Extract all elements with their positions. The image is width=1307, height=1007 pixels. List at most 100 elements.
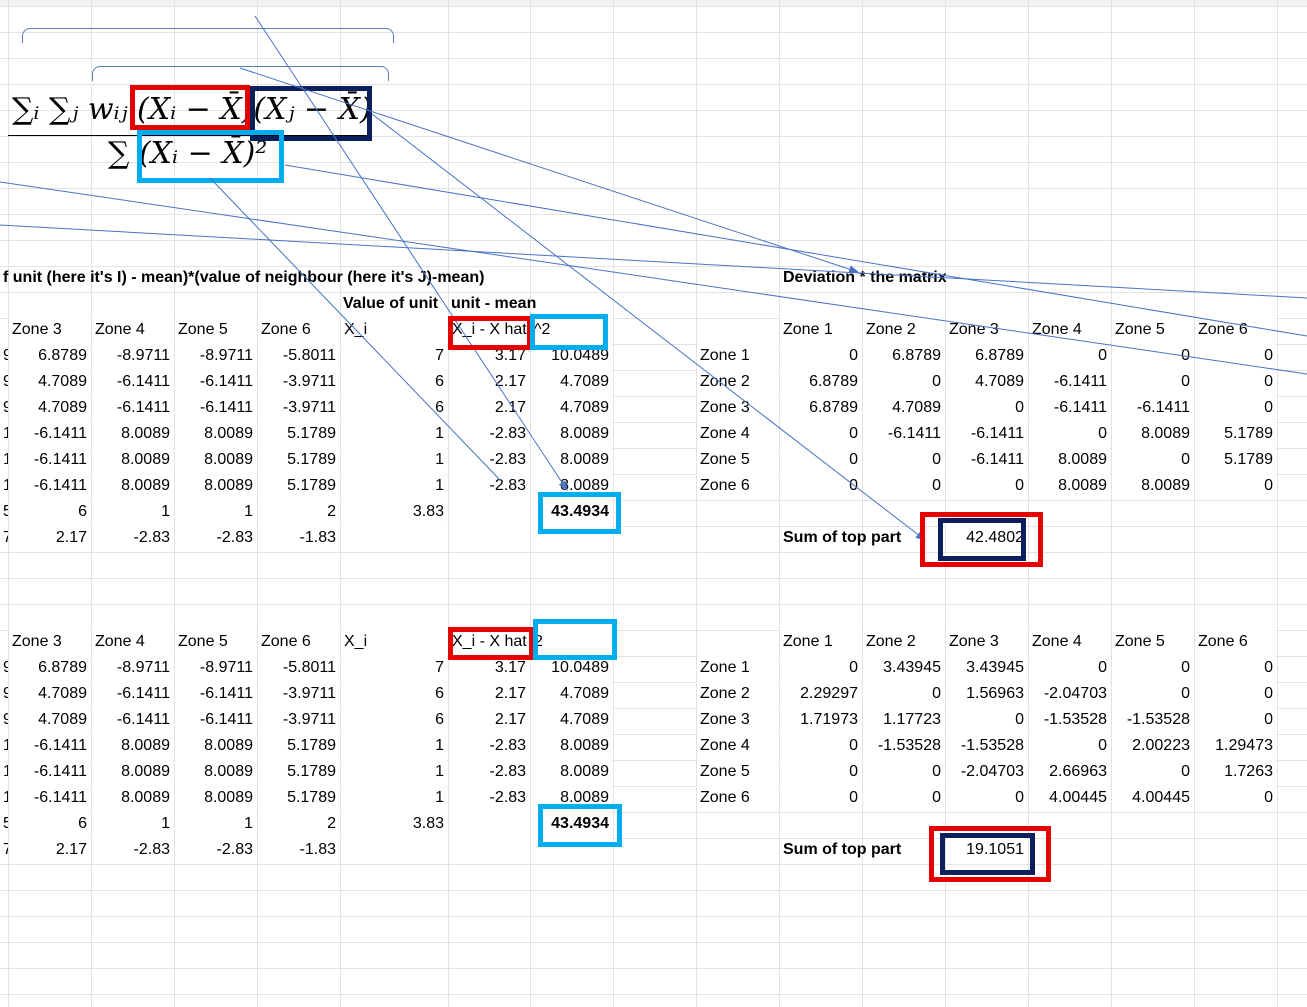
matrix-row-label[interactable]: Zone 5 <box>697 448 778 472</box>
matrix-cell[interactable]: 3.43945 <box>863 656 944 680</box>
data-cell[interactable]: 2.17 <box>449 370 529 394</box>
data-cell[interactable] <box>341 526 447 550</box>
cell-edge[interactable]: 1 <box>0 474 8 498</box>
cell-edge[interactable]: 1 <box>0 422 8 446</box>
matrix-cell[interactable]: 8.0089 <box>1112 422 1193 446</box>
matrix-row-label[interactable]: Zone 2 <box>697 370 778 394</box>
matrix-cell[interactable]: 0 <box>1195 708 1276 732</box>
matrix-cell[interactable]: 0 <box>780 734 861 758</box>
matrix-cell[interactable]: 0 <box>946 396 1027 420</box>
data-cell[interactable]: -6.1411 <box>9 786 90 810</box>
data-cell[interactable]: 2.17 <box>9 838 90 862</box>
column-header[interactable]: Zone 4 <box>92 318 173 342</box>
matrix-cell[interactable]: -6.1411 <box>946 448 1027 472</box>
matrix-cell[interactable]: 8.0089 <box>1029 474 1110 498</box>
column-header[interactable]: Zone 6 <box>258 318 339 342</box>
data-cell[interactable]: -2.83 <box>175 526 256 550</box>
matrix-cell[interactable]: 0 <box>946 474 1027 498</box>
data-cell[interactable]: -3.9711 <box>258 682 339 706</box>
data-cell[interactable]: 8.0089 <box>175 422 256 446</box>
data-cell[interactable]: -8.9711 <box>92 656 173 680</box>
matrix-row-label[interactable]: Zone 2 <box>697 682 778 706</box>
matrix-cell[interactable]: -6.1411 <box>1029 370 1110 394</box>
data-cell[interactable]: 1 <box>92 500 173 524</box>
column-header[interactable]: Zone 3 <box>9 318 90 342</box>
sum-label[interactable]: Sum of top part <box>780 838 920 862</box>
matrix-cell[interactable]: 8.0089 <box>1112 474 1193 498</box>
matrix-cell[interactable]: 6.8789 <box>863 344 944 368</box>
matrix-cell[interactable]: 0 <box>1195 370 1276 394</box>
data-cell[interactable]: 6.8789 <box>9 656 90 680</box>
data-cell[interactable]: 5.1789 <box>258 734 339 758</box>
matrix-cell[interactable]: -6.1411 <box>1112 396 1193 420</box>
matrix-cell[interactable]: 1.29473 <box>1195 734 1276 758</box>
data-cell[interactable]: -6.1411 <box>175 396 256 420</box>
data-cell[interactable]: -6.1411 <box>175 708 256 732</box>
data-cell[interactable]: 5.1789 <box>258 422 339 446</box>
matrix-cell[interactable]: 0 <box>1195 396 1276 420</box>
matrix-cell[interactable]: 0 <box>780 474 861 498</box>
data-cell[interactable]: -3.9711 <box>258 708 339 732</box>
matrix-cell[interactable]: 0 <box>863 682 944 706</box>
cell-edge[interactable]: 9 <box>0 656 8 680</box>
matrix-cell[interactable]: 0 <box>780 760 861 784</box>
data-cell[interactable]: -3.9711 <box>258 396 339 420</box>
matrix-cell[interactable]: 0 <box>1029 656 1110 680</box>
data-cell[interactable]: 1 <box>341 760 447 784</box>
matrix-cell[interactable]: 1.17723 <box>863 708 944 732</box>
data-cell[interactable]: 1 <box>341 734 447 758</box>
data-cell[interactable] <box>449 526 529 550</box>
data-cell[interactable]: 8.0089 <box>175 760 256 784</box>
matrix-cell[interactable]: 0 <box>780 448 861 472</box>
data-cell[interactable]: 1 <box>341 422 447 446</box>
data-cell[interactable]: 1 <box>341 786 447 810</box>
value-of-unit-label[interactable]: Value of unit <box>340 292 450 316</box>
data-cell[interactable]: 4.7089 <box>531 682 612 706</box>
column-header[interactable]: X_i <box>341 318 447 342</box>
data-cell[interactable]: 1 <box>175 812 256 836</box>
column-header[interactable]: Zone 4 <box>92 630 173 654</box>
matrix-cell[interactable]: 4.7089 <box>946 370 1027 394</box>
matrix-cell[interactable]: -1.53528 <box>946 734 1027 758</box>
matrix-cell[interactable]: 0 <box>1112 370 1193 394</box>
data-cell[interactable]: 8.0089 <box>531 448 612 472</box>
cell-edge[interactable]: 1 <box>0 734 8 758</box>
matrix-cell[interactable]: 0 <box>1195 344 1276 368</box>
matrix-cell[interactable]: 0 <box>1112 760 1193 784</box>
data-cell[interactable]: 2.17 <box>449 708 529 732</box>
data-cell[interactable]: 6 <box>341 682 447 706</box>
matrix-column-header[interactable]: Zone 3 <box>946 630 1027 654</box>
data-cell[interactable]: 2.17 <box>449 682 529 706</box>
data-cell[interactable]: 6 <box>9 812 90 836</box>
data-cell[interactable]: 3.83 <box>341 812 447 836</box>
matrix-cell[interactable]: -2.04703 <box>946 760 1027 784</box>
data-cell[interactable]: -6.1411 <box>9 734 90 758</box>
data-cell[interactable]: -6.1411 <box>92 682 173 706</box>
matrix-cell[interactable]: 0 <box>780 656 861 680</box>
data-cell[interactable]: 4.7089 <box>9 708 90 732</box>
matrix-column-header[interactable]: Zone 5 <box>1112 630 1193 654</box>
data-cell[interactable]: 5.1789 <box>258 760 339 784</box>
matrix-cell[interactable]: -6.1411 <box>946 422 1027 446</box>
matrix-cell[interactable]: 0 <box>1112 448 1193 472</box>
unit-minus-mean-label[interactable]: unit - mean <box>448 292 548 316</box>
data-cell[interactable]: 5.1789 <box>258 786 339 810</box>
data-cell[interactable]: -3.9711 <box>258 370 339 394</box>
data-cell[interactable]: -8.9711 <box>92 344 173 368</box>
matrix-cell[interactable]: 0 <box>863 474 944 498</box>
data-cell[interactable]: -6.1411 <box>92 370 173 394</box>
matrix-cell[interactable]: 4.00445 <box>1112 786 1193 810</box>
data-cell[interactable]: 4.7089 <box>531 396 612 420</box>
matrix-cell[interactable]: -1.53528 <box>863 734 944 758</box>
data-cell[interactable]: 8.0089 <box>531 422 612 446</box>
data-cell[interactable]: -6.1411 <box>175 682 256 706</box>
cell-edge[interactable]: 9 <box>0 370 8 394</box>
matrix-cell[interactable]: 0 <box>863 448 944 472</box>
data-cell[interactable]: -6.1411 <box>9 448 90 472</box>
cell-edge[interactable]: 9 <box>0 396 8 420</box>
data-cell[interactable] <box>449 838 529 862</box>
column-header[interactable]: Zone 3 <box>9 630 90 654</box>
data-cell[interactable]: 2.17 <box>9 526 90 550</box>
matrix-column-header[interactable]: Zone 6 <box>1195 318 1276 342</box>
matrix-cell[interactable]: 6.8789 <box>946 344 1027 368</box>
